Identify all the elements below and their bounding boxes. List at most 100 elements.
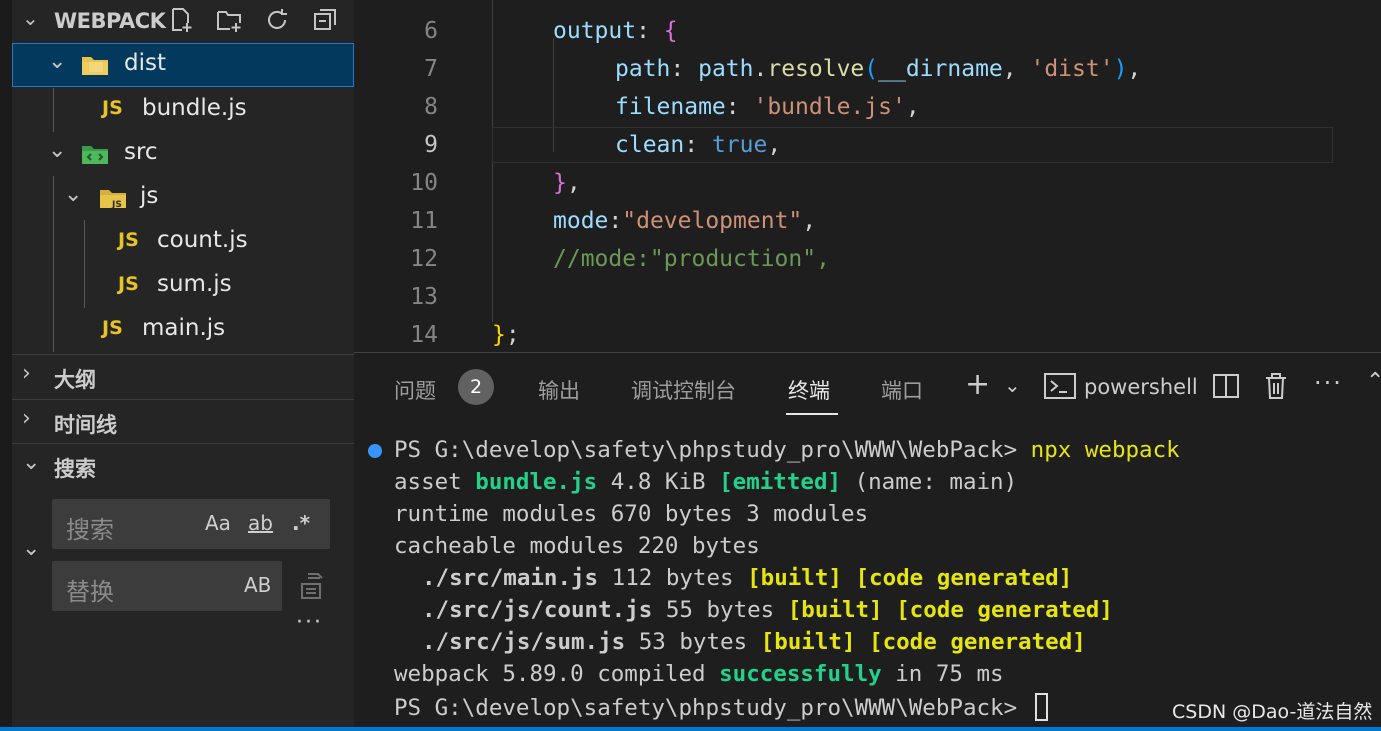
code-editor[interactable]: 6 output: { 7 path: path.resolve(__dirna… — [354, 0, 1381, 352]
search-placeholder: 搜索 — [66, 516, 114, 544]
line-number: 9 — [424, 132, 438, 158]
replace-placeholder: 替换 — [66, 578, 114, 606]
section-search[interactable]: ⌄ 搜索 — [12, 443, 354, 487]
terminal-line: PS G:\develop\safety\phpstudy_pro\WWW\We… — [394, 437, 1180, 463]
tab-problems[interactable]: 问题 — [394, 375, 436, 405]
tree-folder-dist[interactable]: ⌄ dist — [12, 43, 354, 87]
whole-word-toggle[interactable]: ab — [248, 511, 273, 535]
chevron-down-icon: ⌄ — [22, 450, 41, 475]
explorer-title: WEBPACK — [54, 9, 166, 33]
code-line: 12 //mode:"production", — [354, 241, 1381, 279]
tree-item-label: src — [124, 139, 158, 165]
terminal-line: ./src/js/count.js 55 bytes [built] [code… — [422, 597, 1113, 623]
terminal-prompt-line[interactable]: PS G:\develop\safety\phpstudy_pro\WWW\We… — [394, 693, 1048, 725]
replace-all-icon[interactable] — [298, 570, 328, 602]
more-actions-icon[interactable]: ··· — [296, 610, 323, 635]
folder-src-icon — [82, 146, 108, 164]
status-bar — [0, 727, 1381, 731]
line-number: 6 — [424, 18, 438, 44]
match-case-toggle[interactable]: Aa — [205, 511, 231, 535]
js-file-icon: JS — [102, 97, 123, 119]
js-file-icon: JS — [118, 229, 139, 251]
tab-output[interactable]: 输出 — [538, 375, 580, 405]
trash-icon[interactable] — [1262, 371, 1290, 401]
terminal-line: ./src/js/sum.js 53 bytes [built] [code g… — [422, 629, 1086, 655]
replace-input[interactable]: 替换 AB — [52, 561, 282, 611]
code-text: }; — [492, 322, 520, 348]
new-terminal-plus-icon[interactable]: + — [965, 367, 990, 402]
explorer-header[interactable]: ⌄ WEBPACK — [12, 0, 354, 42]
tree-file-main-js[interactable]: JS main.js — [12, 308, 354, 352]
folder-dist-icon — [82, 57, 108, 75]
line-number: 10 — [410, 170, 438, 196]
more-actions-icon[interactable]: ··· — [1314, 369, 1343, 397]
terminal-line: webpack 5.89.0 compiled successfully in … — [394, 661, 1004, 687]
tree-file-count-js[interactable]: JS count.js — [12, 220, 354, 264]
problems-count-badge: 2 — [458, 369, 494, 405]
chevron-right-icon: › — [22, 406, 31, 431]
tab-ports[interactable]: 端口 — [881, 375, 923, 405]
chevron-down-icon: ⌄ — [64, 182, 83, 207]
new-folder-icon[interactable] — [214, 4, 244, 36]
refresh-icon[interactable] — [262, 4, 292, 36]
tree-item-label: bundle.js — [142, 95, 247, 121]
preserve-case-toggle[interactable]: AB — [244, 573, 271, 597]
section-label: 搜索 — [54, 457, 96, 481]
split-terminal-icon[interactable] — [1212, 372, 1240, 400]
code-line: 10 }, — [354, 165, 1381, 203]
terminal-line: cacheable modules 220 bytes — [394, 533, 760, 559]
terminal-shell-icon — [1044, 372, 1076, 400]
tree-item-label: dist — [124, 50, 166, 76]
chevron-down-icon[interactable]: ⌄ — [1004, 373, 1021, 397]
code-text: clean: true, — [615, 132, 782, 158]
search-input[interactable]: 搜索 Aa ab .* — [52, 499, 330, 549]
new-file-icon[interactable] — [166, 4, 196, 36]
line-number: 7 — [424, 56, 438, 82]
command-status-dot — [368, 444, 382, 458]
code-text: filename: 'bundle.js', — [615, 94, 920, 120]
code-text: }, — [553, 170, 581, 196]
terminal-cursor — [1034, 693, 1048, 721]
code-line: 8 filename: 'bundle.js', — [354, 89, 1381, 127]
code-line-active: 9 clean: true, — [354, 127, 1381, 165]
code-line: 13 — [354, 279, 1381, 317]
line-number: 13 — [410, 284, 438, 310]
line-number: 11 — [410, 208, 438, 234]
line-number: 8 — [424, 94, 438, 120]
tree-folder-src[interactable]: ⌄ src — [12, 132, 354, 176]
tree-file-bundle-js[interactable]: JS bundle.js — [12, 88, 354, 132]
chevron-down-icon: ⌄ — [48, 49, 67, 74]
line-number: 14 — [410, 322, 438, 348]
section-label: 大纲 — [54, 368, 96, 392]
chevron-up-icon[interactable]: ⌃ — [1366, 369, 1381, 394]
chevron-down-icon[interactable]: ⌄ — [22, 6, 39, 30]
activity-bar-edge — [0, 0, 12, 731]
js-file-icon: JS — [102, 317, 123, 339]
collapse-all-icon[interactable] — [310, 4, 340, 36]
code-text: mode:"development", — [553, 208, 817, 234]
section-outline[interactable]: › 大纲 — [12, 354, 354, 398]
toggle-replace-chevron-icon[interactable]: ⌄ — [22, 536, 40, 561]
tree-item-label: sum.js — [157, 271, 232, 297]
js-file-icon: JS — [118, 273, 139, 295]
section-label: 时间线 — [54, 413, 117, 437]
terminal-line: ./src/main.js 112 bytes [built] [code ge… — [422, 565, 1073, 591]
explorer-sidebar: ⌄ WEBPACK ⌄ dist JS bundle.js ⌄ src ⌄ JS — [0, 0, 354, 731]
line-number: 12 — [410, 246, 438, 272]
terminal-shell-name[interactable]: powershell — [1084, 375, 1198, 399]
code-text: output: { — [553, 18, 678, 44]
active-tab-underline — [786, 413, 838, 415]
chevron-right-icon: › — [22, 361, 31, 386]
tree-item-label: count.js — [157, 227, 248, 253]
tree-folder-js[interactable]: ⌄ JS js — [12, 176, 354, 220]
regex-toggle[interactable]: .* — [292, 511, 310, 535]
tab-debug-console[interactable]: 调试控制台 — [631, 375, 736, 405]
code-line: 14 }; — [354, 317, 1381, 352]
tab-terminal[interactable]: 终端 — [788, 375, 830, 405]
tree-file-sum-js[interactable]: JS sum.js — [12, 264, 354, 308]
section-timeline[interactable]: › 时间线 — [12, 399, 354, 443]
folder-js-icon: JS — [100, 190, 126, 210]
chevron-down-icon: ⌄ — [48, 138, 67, 163]
code-line: 6 output: { — [354, 13, 1381, 51]
code-line: 7 path: path.resolve(__dirname, 'dist'), — [354, 51, 1381, 89]
